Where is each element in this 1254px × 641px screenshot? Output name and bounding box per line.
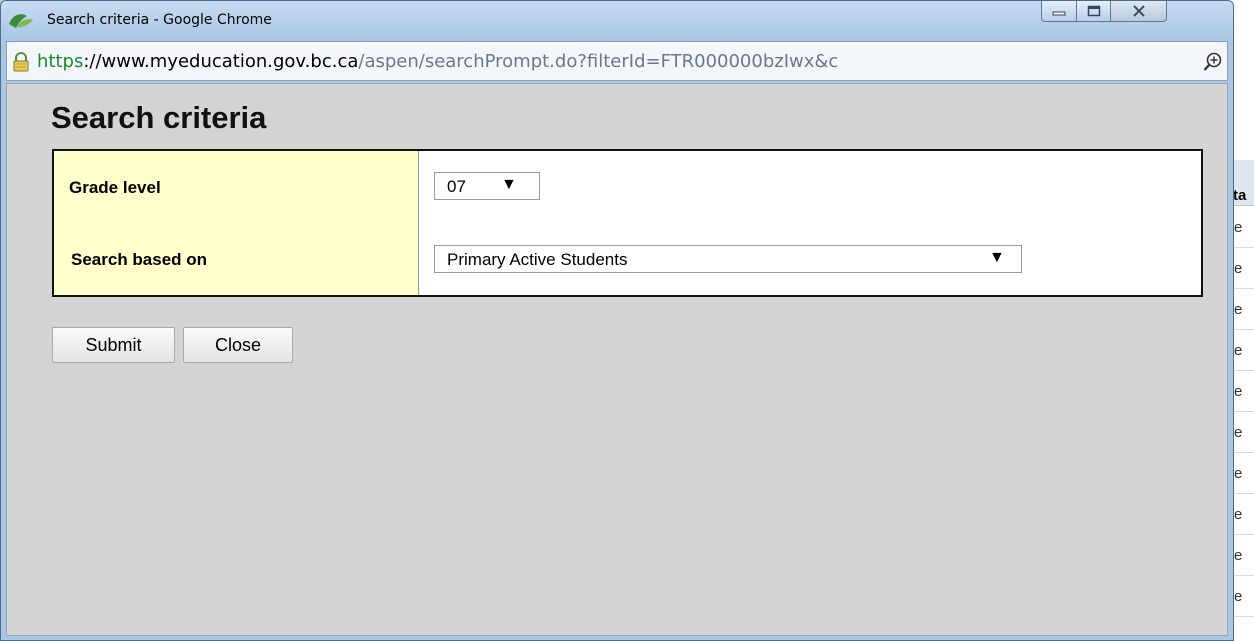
minimize-icon: [1052, 11, 1066, 16]
search-based-on-label: Search based on: [71, 250, 208, 269]
window-controls: [1041, 1, 1167, 23]
url-host: www.myeducation.gov.bc.ca: [101, 51, 359, 72]
maximize-button[interactable]: [1077, 1, 1111, 22]
url-path: /aspen/searchPrompt.do?filterId=FTR00000…: [358, 51, 839, 72]
url-separator: ://: [83, 51, 102, 72]
submit-button[interactable]: Submit: [52, 327, 175, 363]
popup-window: Search criteria - Google Chrome https://…: [0, 0, 1234, 641]
address-bar[interactable]: https://www.myeducation.gov.bc.ca/aspen/…: [6, 41, 1228, 81]
search-based-on-value: Primary Active Students: [447, 250, 628, 269]
close-button[interactable]: Close: [183, 327, 293, 363]
search-criteria-table: Grade level Search based on 07 ▼ Primary…: [52, 149, 1203, 297]
grade-level-select[interactable]: 07 ▼: [434, 172, 540, 200]
window-title: Search criteria - Google Chrome: [47, 12, 272, 28]
close-icon: [1132, 5, 1145, 17]
search-based-on-select[interactable]: Primary Active Students ▼: [434, 245, 1022, 273]
zoom-icon[interactable]: [1202, 51, 1224, 73]
background-header-text: ta: [1233, 187, 1247, 204]
chevron-down-icon: ▼: [989, 249, 1005, 266]
page-title: Search criteria: [51, 100, 267, 135]
label-column: [54, 151, 419, 295]
chevron-down-icon: ▼: [501, 176, 517, 193]
url-text[interactable]: https://www.myeducation.gov.bc.ca/aspen/…: [37, 51, 1199, 72]
minimize-button[interactable]: [1041, 1, 1077, 22]
page-content: Search criteria Grade level Search based…: [6, 83, 1228, 636]
maximize-icon: [1087, 5, 1100, 17]
grade-level-value: 07: [447, 177, 466, 196]
title-bar[interactable]: Search criteria - Google Chrome: [1, 1, 1233, 39]
lock-icon: [13, 52, 29, 72]
grade-level-label: Grade level: [69, 178, 161, 197]
chrome-app-icon: [9, 14, 33, 28]
close-window-button[interactable]: [1111, 1, 1167, 22]
url-scheme: https: [37, 51, 84, 72]
